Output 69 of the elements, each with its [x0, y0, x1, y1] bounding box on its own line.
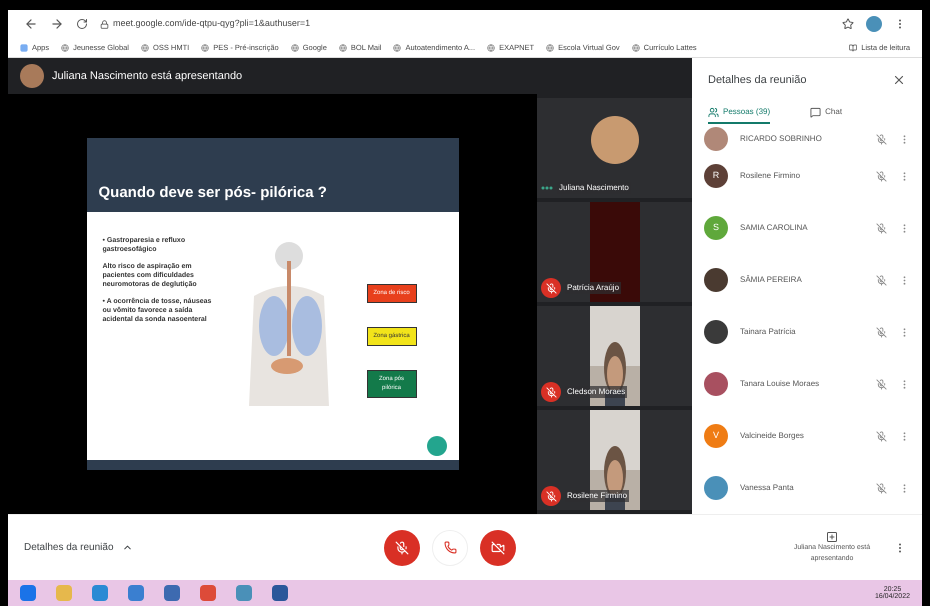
participant-name: Rosilene Firmino — [740, 170, 802, 182]
participant-tile[interactable]: Cledson Moraes — [537, 306, 692, 406]
book-icon — [849, 44, 858, 52]
forward-icon[interactable] — [50, 17, 64, 31]
participant-name: Valcineide Borges — [740, 430, 805, 442]
muted-icon — [876, 482, 887, 494]
participant-name: Rosilene Firmino — [565, 490, 630, 502]
participant-name: SÂMIA PEREIRA — [740, 274, 803, 286]
taskbar-app-icon[interactable] — [20, 585, 36, 601]
close-icon[interactable] — [892, 73, 906, 87]
star-icon[interactable] — [842, 18, 854, 30]
apps-grid-icon — [20, 44, 28, 52]
chat-icon — [810, 106, 822, 118]
participant-tile[interactable]: Patrícia Araújo — [537, 202, 692, 302]
globe-icon — [338, 44, 347, 52]
panel-title: Detalhes da reunião — [708, 72, 806, 88]
muted-icon — [876, 326, 887, 338]
globe-icon — [201, 44, 210, 52]
globe-icon — [140, 44, 149, 52]
taskbar-app-icon[interactable] — [164, 585, 180, 601]
address-bar[interactable]: meet.google.com/ide-qtpu-qyg?pli=1&authuser=1 — [100, 17, 830, 31]
globe-icon — [290, 44, 299, 52]
taskbar-app-icon[interactable] — [200, 585, 216, 601]
globe-icon — [393, 44, 402, 52]
participant-name: Tanara Louise Moraes — [740, 378, 820, 390]
taskbar-app-icon[interactable] — [128, 585, 144, 601]
muted-icon — [876, 274, 887, 286]
avatar — [590, 116, 638, 164]
present-icon[interactable] — [826, 531, 838, 543]
participant-tile[interactable]: Juliana Nascimento — [537, 98, 692, 198]
taskbar-app-icon[interactable] — [272, 585, 288, 601]
lock-icon — [100, 20, 109, 28]
profile-icon[interactable] — [866, 16, 882, 32]
participant-name: Vanessa Panta — [740, 482, 795, 494]
back-icon[interactable] — [24, 17, 38, 31]
mic-button[interactable] — [384, 530, 420, 566]
participant-name: RICARDO SOBRINHO — [740, 133, 823, 145]
panel-tab[interactable]: Chat — [810, 106, 842, 124]
muted-icon — [876, 378, 887, 390]
avatar: S — [704, 216, 728, 240]
muted-icon — [876, 430, 887, 442]
globe-icon — [632, 44, 640, 52]
mic-off-icon — [395, 540, 409, 554]
panel-tab[interactable]: Pessoas (39) — [708, 106, 770, 124]
people-icon — [708, 106, 719, 118]
camera-button[interactable] — [480, 530, 516, 566]
reload-icon[interactable] — [76, 18, 88, 30]
slide-title: Quando deve ser pós- pilórica ? — [98, 182, 327, 202]
camera-off-icon — [491, 540, 505, 554]
taskbar-app-icon[interactable] — [92, 585, 108, 601]
avatar: R — [704, 164, 728, 188]
participant-name: Patrícia Araújo — [565, 282, 622, 294]
muted-icon — [876, 170, 887, 182]
globe-icon — [546, 44, 554, 52]
participant-name: Cledson Moraes — [565, 386, 628, 398]
muted-icon — [876, 134, 887, 144]
hang-up-button[interactable] — [432, 530, 468, 566]
participant-name: SAMIA CAROLINA — [740, 222, 809, 234]
participant-tile[interactable]: Rosilene Firmino — [537, 410, 692, 510]
presenter-label: Juliana Nascimento está apresentando — [52, 68, 242, 84]
presenter-avatar — [20, 64, 44, 88]
participant-name: Tainara Patrícia — [740, 326, 797, 338]
avatar: V — [704, 424, 728, 448]
taskbar-app-icon[interactable] — [236, 585, 252, 601]
phone-icon — [444, 541, 456, 554]
globe-icon — [61, 44, 70, 52]
globe-icon — [487, 44, 496, 52]
meeting-details-button[interactable]: Detalhes da reunião — [24, 540, 384, 555]
muted-icon — [876, 222, 887, 234]
